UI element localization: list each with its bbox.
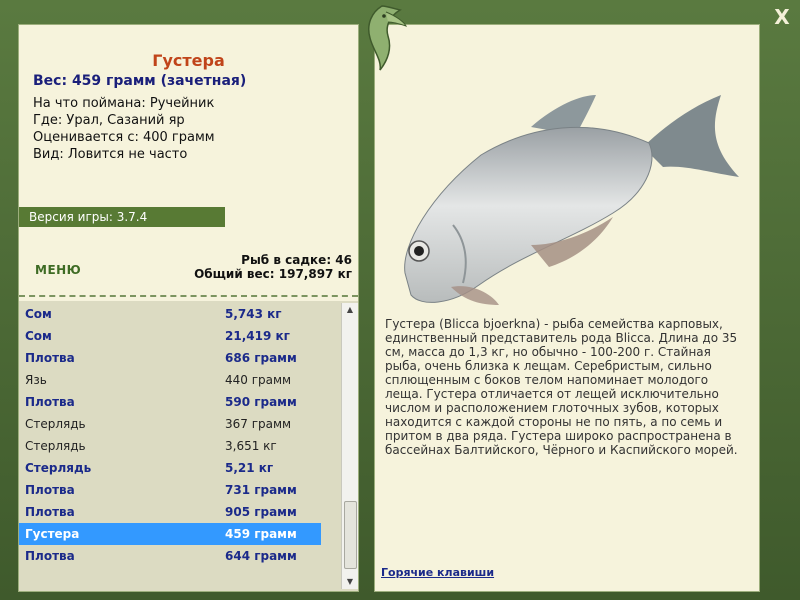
catch-fish-weight: 590 грамм	[225, 395, 297, 409]
version-bar: Версия игры: 3.7.4	[19, 207, 225, 227]
hotkeys-link[interactable]: Горячие клавиши	[381, 566, 494, 579]
catch-fish-weight: 3,651 кг	[225, 439, 277, 453]
catch-list-item[interactable]: Стерлядь 3,651 кг	[19, 435, 321, 457]
location-info: Где: Урал, Сазаний яр	[33, 113, 185, 128]
catch-fish-name: Сом	[25, 307, 52, 321]
catch-list-item[interactable]: Густера 459 грамм	[19, 523, 321, 545]
catch-fish-name: Сом	[25, 329, 52, 343]
menu-button[interactable]: МЕНЮ	[35, 263, 81, 277]
catch-fish-weight: 440 грамм	[225, 373, 292, 387]
fish-info: Густера Вес: 459 грамм (зачетная) На что…	[19, 25, 358, 205]
catch-fish-name: Плотва	[25, 395, 75, 409]
valued-from-info: Оценивается с: 400 грамм	[33, 130, 215, 145]
fish-weight: Вес: 459 грамм (зачетная)	[33, 73, 247, 89]
catch-list-item[interactable]: Плотва 905 грамм	[19, 501, 321, 523]
fish-detail-panel: Густера (Blicca bjoerkna) - рыба семейст…	[374, 24, 760, 592]
fish-count: Рыб в садке: 46	[241, 253, 352, 267]
scroll-up-icon[interactable]: ▲	[342, 303, 358, 317]
catch-info-panel: Густера Вес: 459 грамм (зачетная) На что…	[18, 24, 359, 592]
catch-fish-name: Плотва	[25, 351, 75, 365]
catch-fish-weight: 644 грамм	[225, 549, 297, 563]
catch-fish-name: Плотва	[25, 505, 75, 519]
catch-list-item[interactable]: Плотва 731 грамм	[19, 479, 321, 501]
catch-fish-name: Плотва	[25, 483, 75, 497]
catch-fish-name: Густера	[25, 527, 80, 541]
catch-fish-weight: 5,743 кг	[225, 307, 282, 321]
total-weight: Общий вес: 197,897 кг	[194, 267, 352, 281]
catch-fish-name: Язь	[25, 373, 47, 387]
scroll-down-icon[interactable]: ▼	[342, 575, 358, 589]
frequency-info: Вид: Ловится не часто	[33, 147, 188, 162]
catch-fish-weight: 459 грамм	[225, 527, 297, 541]
catch-list-item[interactable]: Стерлядь 367 грамм	[19, 413, 321, 435]
catch-fish-weight: 686 грамм	[225, 351, 297, 365]
bait-info: На что поймана: Ручейник	[33, 96, 215, 111]
catch-fish-name: Стерлядь	[25, 417, 86, 431]
close-button[interactable]: X	[770, 6, 794, 28]
scroll-thumb[interactable]	[344, 501, 357, 569]
catch-list-item[interactable]: Плотва 590 грамм	[19, 391, 321, 413]
catch-list-item[interactable]: Плотва 686 грамм	[19, 347, 321, 369]
catch-fish-name: Плотва	[25, 549, 75, 563]
bream-fish-image	[404, 95, 739, 305]
catch-list-item[interactable]: Сом 5,743 кг	[19, 303, 321, 325]
catch-list-item[interactable]: Сом 21,419 кг	[19, 325, 321, 347]
catch-fish-weight: 5,21 кг	[225, 461, 274, 475]
catch-list-item[interactable]: Язь 440 грамм	[19, 369, 321, 391]
fish-description: Густера (Blicca bjoerkna) - рыба семейст…	[385, 317, 738, 457]
catch-list: Сом 5,743 кг Сом 21,419 кг Плотва 686 грамм Яз…	[19, 303, 321, 567]
catch-fish-weight: 21,419 кг	[225, 329, 290, 343]
catch-fish-name: Стерлядь	[25, 439, 86, 453]
catch-list-item[interactable]: Плотва 644 грамм	[19, 545, 321, 567]
scrollbar[interactable]: ▲ ▼	[341, 303, 358, 589]
catch-fish-name: Стерлядь	[25, 461, 92, 475]
catch-fish-weight: 367 грамм	[225, 417, 292, 431]
catch-fish-weight: 905 грамм	[225, 505, 297, 519]
fish-logo-icon	[368, 5, 407, 71]
catch-fish-weight: 731 грамм	[225, 483, 297, 497]
divider	[19, 295, 358, 297]
catch-list-item[interactable]: Стерлядь 5,21 кг	[19, 457, 321, 479]
catch-list-area: Сом 5,743 кг Сом 21,419 кг Плотва 686 грамм Яз…	[19, 301, 358, 591]
fish-title: Густера	[152, 51, 225, 70]
